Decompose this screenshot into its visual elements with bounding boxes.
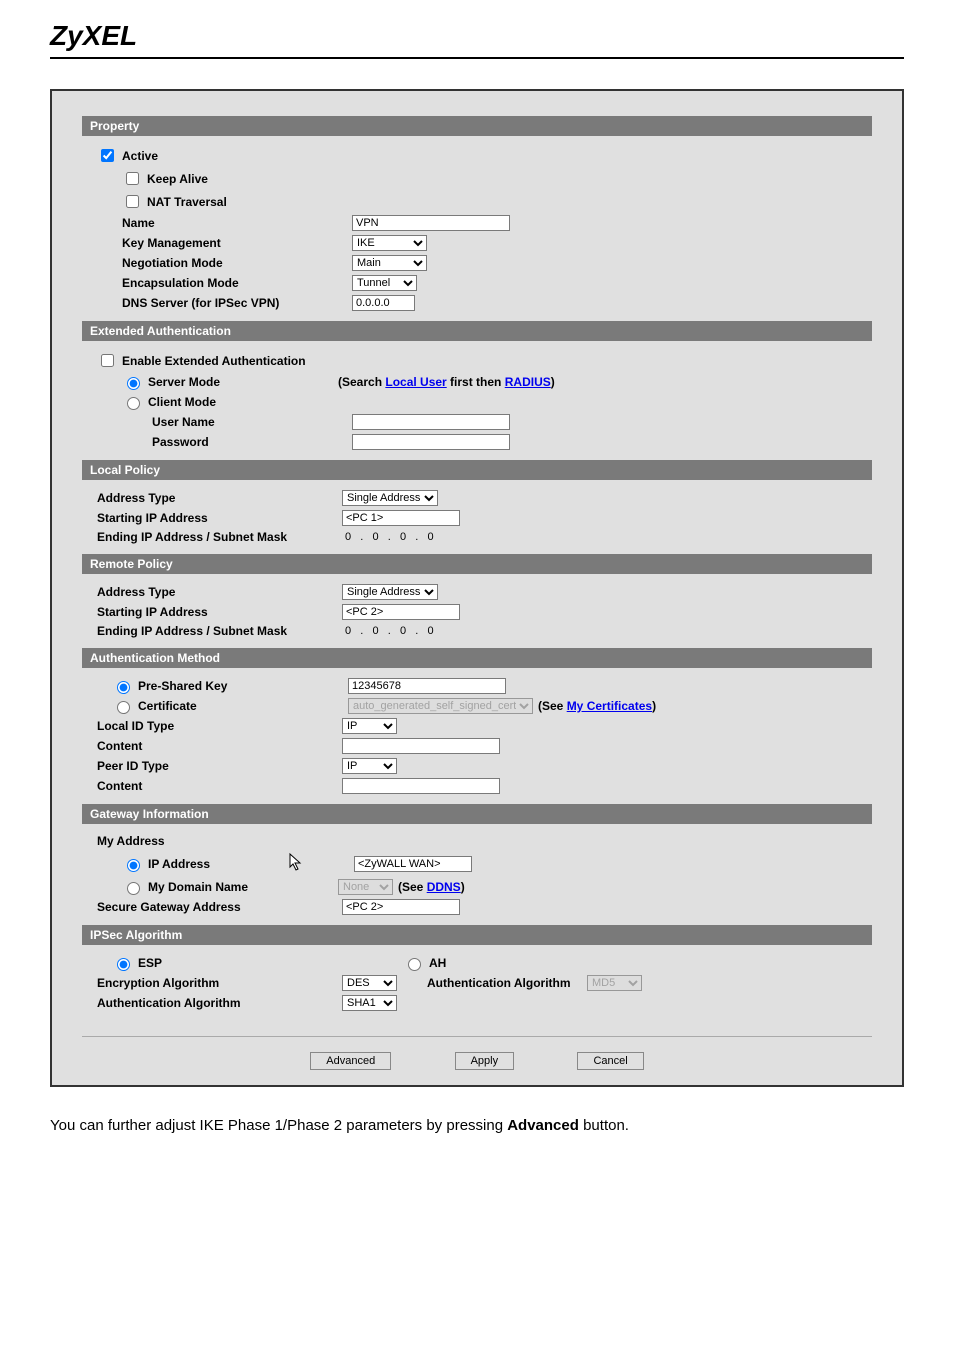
enc-alg-select[interactable]: DES [342, 975, 397, 991]
domain-label: My Domain Name [148, 880, 338, 894]
ah-radio[interactable] [408, 958, 421, 971]
logo-divider [50, 57, 904, 59]
local-content-label: Content [97, 739, 342, 753]
client-mode-label: Client Mode [148, 395, 216, 409]
enc-alg-label: Encryption Algorithm [97, 976, 342, 990]
remote-end-ip-input [342, 624, 488, 638]
peer-id-type-label: Peer ID Type [97, 759, 342, 773]
dns-server-input[interactable] [352, 295, 415, 311]
server-mode-label: Server Mode [148, 375, 338, 389]
key-mgmt-label: Key Management [122, 236, 352, 250]
auth-alg-label: Authentication Algorithm [97, 996, 342, 1010]
radius-link[interactable]: RADIUS [505, 375, 551, 389]
esp-label: ESP [138, 956, 403, 970]
cert-note: (See My Certificates) [538, 699, 656, 713]
advanced-button[interactable]: Advanced [310, 1052, 391, 1070]
cert-select: auto_generated_self_signed_cert [348, 698, 533, 714]
enable-ext-auth-checkbox[interactable] [101, 354, 114, 367]
active-label: Active [122, 149, 158, 163]
vpn-config-form: Property Active Keep Alive NAT Traversal… [50, 89, 904, 1087]
apply-button[interactable]: Apply [455, 1052, 515, 1070]
client-mode-radio[interactable] [127, 397, 140, 410]
remote-end-ip-label: Ending IP Address / Subnet Mask [97, 624, 342, 638]
nat-traversal-checkbox[interactable] [126, 195, 139, 208]
secure-gateway-input[interactable] [342, 899, 460, 915]
peer-id-type-select[interactable]: IP [342, 758, 397, 774]
esp-radio[interactable] [117, 958, 130, 971]
peer-content-input[interactable] [342, 778, 500, 794]
remote-addr-type-label: Address Type [97, 585, 342, 599]
remote-start-ip-input[interactable] [342, 604, 460, 620]
enable-ext-auth-label: Enable Extended Authentication [122, 354, 306, 368]
cursor-icon [288, 852, 304, 875]
ext-auth-section-header: Extended Authentication [82, 321, 872, 341]
secure-gateway-label: Secure Gateway Address [97, 900, 342, 914]
remote-addr-type-select[interactable]: Single Address [342, 584, 438, 600]
username-label: User Name [152, 415, 352, 429]
auth-alg-right-label: Authentication Algorithm [427, 976, 587, 990]
search-note: (Search Local User first then RADIUS) [338, 375, 555, 389]
auth-method-section-header: Authentication Method [82, 648, 872, 668]
ah-label: AH [429, 956, 446, 970]
password-input[interactable] [352, 434, 510, 450]
remote-policy-section-header: Remote Policy [82, 554, 872, 574]
ddns-link[interactable]: DDNS [427, 880, 461, 894]
psk-input[interactable] [348, 678, 506, 694]
ip-address-label: IP Address [148, 857, 268, 871]
key-mgmt-select[interactable]: IKE [352, 235, 427, 251]
local-end-ip-label: Ending IP Address / Subnet Mask [97, 530, 342, 544]
domain-radio[interactable] [127, 882, 140, 895]
my-address-label: My Address [97, 834, 327, 848]
local-end-ip-input [342, 530, 488, 544]
ip-address-input[interactable] [354, 856, 472, 872]
psk-label: Pre-Shared Key [138, 679, 348, 693]
name-input[interactable] [352, 215, 510, 231]
local-addr-type-select[interactable]: Single Address [342, 490, 438, 506]
cert-label: Certificate [138, 699, 348, 713]
keep-alive-label: Keep Alive [147, 172, 208, 186]
footer-text: You can further adjust IKE Phase 1/Phase… [50, 1117, 904, 1134]
local-id-type-label: Local ID Type [97, 719, 342, 733]
neg-mode-select[interactable]: Main [352, 255, 427, 271]
local-content-input[interactable] [342, 738, 500, 754]
peer-content-label: Content [97, 779, 342, 793]
ddns-note: (See DDNS) [398, 880, 465, 894]
local-start-ip-label: Starting IP Address [97, 511, 342, 525]
brand-logo: ZyXEL [50, 20, 904, 52]
neg-mode-label: Negotiation Mode [122, 256, 352, 270]
username-input[interactable] [352, 414, 510, 430]
my-certificates-link[interactable]: My Certificates [567, 699, 652, 713]
psk-radio[interactable] [117, 681, 130, 694]
domain-select: None [338, 879, 393, 895]
auth-alg-right-select: MD5 [587, 975, 642, 991]
cancel-button[interactable]: Cancel [577, 1052, 643, 1070]
local-addr-type-label: Address Type [97, 491, 342, 505]
remote-start-ip-label: Starting IP Address [97, 605, 342, 619]
dns-server-label: DNS Server (for IPSec VPN) [122, 296, 352, 310]
active-checkbox[interactable] [101, 149, 114, 162]
auth-alg-select[interactable]: SHA1 [342, 995, 397, 1011]
password-label: Password [152, 435, 352, 449]
encap-mode-label: Encapsulation Mode [122, 276, 352, 290]
local-id-type-select[interactable]: IP [342, 718, 397, 734]
name-label: Name [122, 216, 352, 230]
gateway-info-section-header: Gateway Information [82, 804, 872, 824]
nat-traversal-label: NAT Traversal [147, 195, 227, 209]
local-policy-section-header: Local Policy [82, 460, 872, 480]
keep-alive-checkbox[interactable] [126, 172, 139, 185]
encap-mode-select[interactable]: Tunnel [352, 275, 417, 291]
server-mode-radio[interactable] [127, 377, 140, 390]
local-start-ip-input[interactable] [342, 510, 460, 526]
property-section-header: Property [82, 116, 872, 136]
ip-address-radio[interactable] [127, 859, 140, 872]
ipsec-alg-section-header: IPSec Algorithm [82, 925, 872, 945]
cert-radio[interactable] [117, 701, 130, 714]
button-row: Advanced Apply Cancel [82, 1036, 872, 1070]
local-user-link[interactable]: Local User [385, 375, 446, 389]
